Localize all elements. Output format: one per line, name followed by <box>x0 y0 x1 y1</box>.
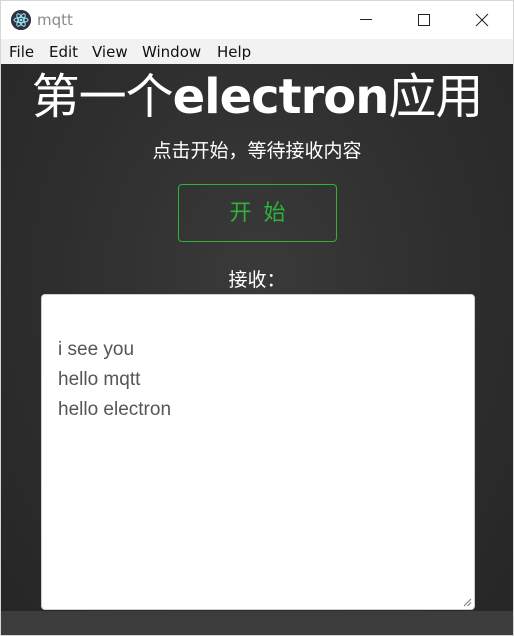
close-icon <box>475 13 489 27</box>
maximize-icon <box>418 14 430 26</box>
bottom-strip <box>1 611 513 635</box>
menu-view[interactable]: View <box>92 42 128 62</box>
received-message: hello mqtt <box>58 369 141 390</box>
received-message: i see you <box>58 339 135 360</box>
receive-label: 接收： <box>228 269 286 291</box>
start-button[interactable]: 开始 <box>178 184 337 242</box>
app-window: mqtt File Edit View Window Help 第一个elect… <box>0 0 514 636</box>
menu-edit[interactable]: Edit <box>49 42 78 62</box>
window-title: mqtt <box>37 11 73 29</box>
received-message: hello electron <box>58 399 172 420</box>
page-subtitle: 点击开始，等待接收内容 <box>152 140 362 162</box>
menu-file[interactable]: File <box>9 42 34 62</box>
electron-app-icon <box>11 10 31 30</box>
main-content: 第一个electron应用 点击开始，等待接收内容 开始 接收： i see y… <box>1 64 513 611</box>
resize-grip-icon[interactable] <box>462 597 472 607</box>
menu-window[interactable]: Window <box>142 42 201 62</box>
page-title: 第一个electron应用 <box>1 68 513 126</box>
menu-bar: File Edit View Window Help <box>1 39 513 64</box>
receive-textarea[interactable]: i see you hello mqtt hello electron <box>41 294 475 610</box>
menu-help[interactable]: Help <box>217 42 251 62</box>
minimize-icon <box>360 19 372 20</box>
page-title-suffix: 应用 <box>388 69 483 125</box>
title-bar[interactable]: mqtt <box>1 1 513 39</box>
maximize-button[interactable] <box>401 1 447 39</box>
close-button[interactable] <box>459 1 505 39</box>
page-title-prefix: 第一个 <box>31 69 174 125</box>
page-title-electron: electron <box>172 69 390 125</box>
minimize-button[interactable] <box>343 1 389 39</box>
